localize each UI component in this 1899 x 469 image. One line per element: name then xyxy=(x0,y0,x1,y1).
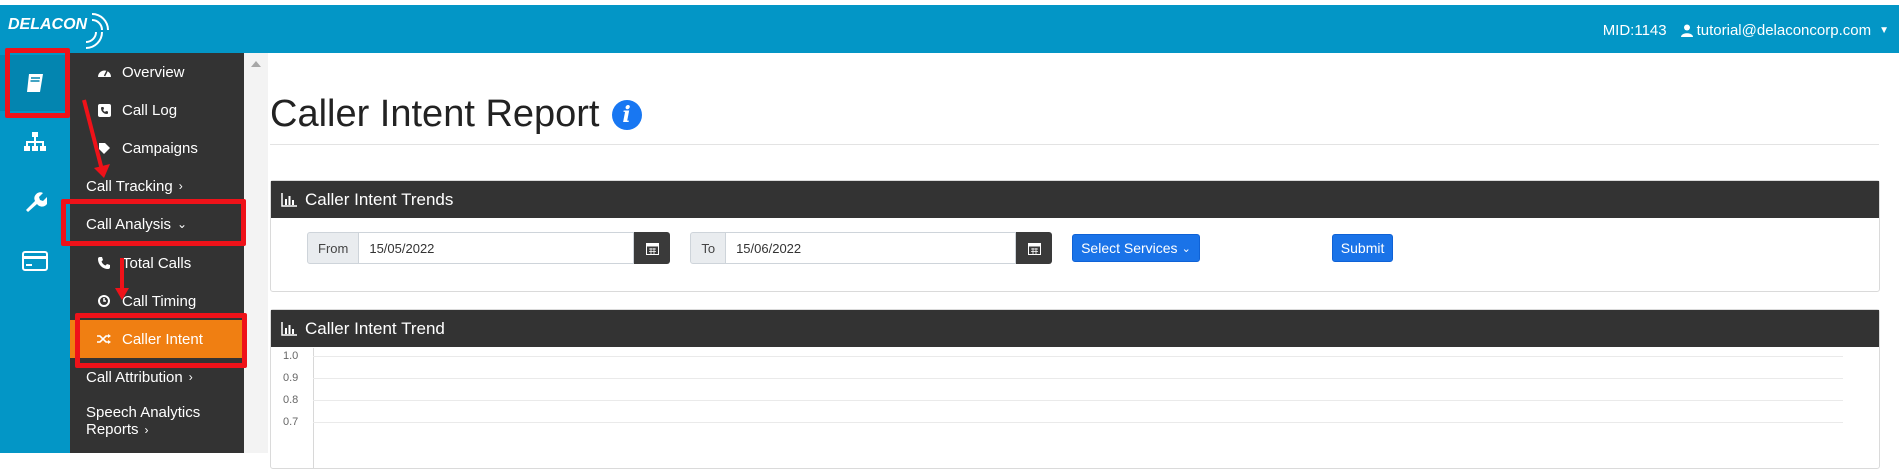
gridline xyxy=(313,378,1843,379)
user-menu[interactable]: tutorial@delaconcorp.com ▼ xyxy=(1680,22,1889,39)
panel-header: Caller Intent Trends xyxy=(271,181,1879,218)
gridline xyxy=(313,356,1843,357)
annotation-arrows xyxy=(82,99,129,300)
bar-chart-icon xyxy=(281,192,297,207)
submit-button[interactable]: Submit xyxy=(1331,234,1394,262)
bar-chart-icon xyxy=(281,321,297,336)
top-bar: DELACON MID:1143 tutorial@delaconcorp.co… xyxy=(0,0,1899,53)
to-calendar-button[interactable] xyxy=(1016,232,1053,264)
arrow-line xyxy=(82,99,104,171)
select-services-dropdown[interactable]: Select Services ⌄ xyxy=(1072,234,1200,262)
arrow-head-icon xyxy=(94,164,110,178)
gridline xyxy=(313,400,1843,401)
trend-chart-panel: Caller Intent Trend 1.0 0.9 0.8 0.7 xyxy=(270,309,1880,469)
title-divider xyxy=(270,144,1879,145)
y-tick-label: 0.7 xyxy=(283,416,299,428)
page-title: Caller Intent Report i xyxy=(270,93,642,136)
main-content: Caller Intent Report i Caller Intent Tre… xyxy=(268,53,1899,469)
calendar-icon xyxy=(1027,242,1041,255)
to-date-input[interactable]: 15/06/2022 xyxy=(726,232,1017,264)
y-axis xyxy=(313,348,314,468)
to-label: To xyxy=(690,232,727,264)
arrow-head-icon xyxy=(115,288,129,300)
from-date-input[interactable]: 15/05/2022 xyxy=(359,232,635,264)
gridline xyxy=(313,422,1843,423)
y-tick-label: 1.0 xyxy=(283,350,299,362)
chevron-down-icon: ⌄ xyxy=(1181,242,1191,255)
panel-header: Caller Intent Trend xyxy=(271,310,1879,347)
chevron-down-icon: ▼ xyxy=(1879,25,1889,36)
user-icon xyxy=(1680,24,1693,37)
info-icon[interactable]: i xyxy=(611,99,642,130)
to-date-group: To 15/06/2022 xyxy=(690,232,1053,264)
trend-chart: 1.0 0.9 0.8 0.7 xyxy=(271,348,1879,468)
mid-label: MID:1143 xyxy=(1602,22,1667,39)
panel-title: Caller Intent Trends xyxy=(305,189,454,209)
y-tick-label: 0.8 xyxy=(283,394,299,406)
select-services-label: Select Services xyxy=(1081,240,1178,256)
panel-title: Caller Intent Trend xyxy=(305,318,445,338)
y-tick-label: 0.9 xyxy=(283,372,299,384)
from-date-group: From 15/05/2022 xyxy=(307,232,671,264)
page-title-text: Caller Intent Report xyxy=(270,93,600,135)
from-label: From xyxy=(307,232,360,264)
user-email: tutorial@delaconcorp.com xyxy=(1696,22,1872,39)
calendar-icon xyxy=(645,242,659,255)
from-calendar-button[interactable] xyxy=(634,232,671,264)
trends-filter-panel: Caller Intent Trends From 15/05/2022 To … xyxy=(270,180,1880,292)
